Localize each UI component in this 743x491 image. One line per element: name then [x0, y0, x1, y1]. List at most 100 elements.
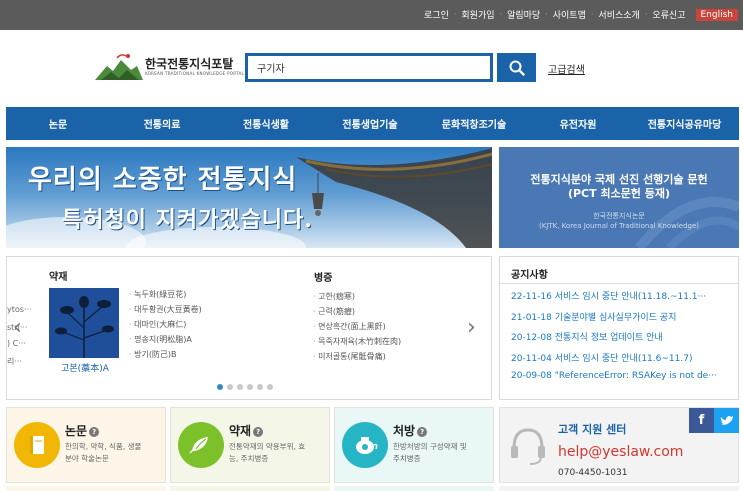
search-box: [245, 53, 493, 82]
sitemap-link[interactable]: 사이트맵: [548, 8, 591, 21]
card-title: 논문?: [65, 422, 100, 439]
notice-item[interactable]: 20-09-08 "ReferenceError: RSAKey is not …: [511, 371, 737, 392]
support-email[interactable]: help@yeslaw.com: [558, 444, 683, 460]
herb-image[interactable]: [49, 288, 119, 358]
mountain-logo-icon: [95, 54, 143, 80]
previous-slide-fragment: ytos···: [7, 305, 32, 314]
facebook-icon[interactable]: f: [689, 408, 714, 433]
carousel-dot[interactable]: [257, 384, 263, 390]
byeongjeung-list: 고한(痼寒) 근력(筋癧) 면상흑간(面上黑皯) 목죽자재육(木竹刺在肉) 미저…: [313, 291, 401, 366]
card-title-text: 약재: [229, 424, 252, 438]
card-title-text: 처방: [393, 424, 416, 438]
carousel-dot[interactable]: [267, 384, 273, 390]
yakjae-item[interactable]: 대마인(大麻仁): [129, 319, 202, 334]
herb-plant-icon: [55, 296, 114, 358]
herb-caption[interactable]: 고본(藁本)A: [45, 361, 125, 374]
nav-item-traditional-diet[interactable]: 전통식생활: [214, 116, 318, 131]
main-nav: 논문 전통의료 전통식생활 전통생업기술 문화적창조기술 유전자원 전통지식공유…: [6, 107, 739, 140]
yakjae-item[interactable]: 녹두화(綠豆花): [129, 289, 202, 304]
nav-item-traditional-medicine[interactable]: 전통의료: [110, 116, 214, 131]
carousel-next-arrow[interactable]: ›: [467, 315, 476, 340]
nav-item-papers[interactable]: 논문: [6, 116, 110, 131]
banner-headline-2: 특허청이 지켜가겠습니다.: [62, 207, 313, 233]
byeongjeung-item[interactable]: 목죽자재육(木竹刺在肉): [313, 336, 401, 351]
site-logo[interactable]: 한국전통지식포탈 KOREAN TRADITIONAL KNOWLEDGE PO…: [95, 52, 245, 82]
english-button[interactable]: English: [695, 8, 738, 21]
yakjae-item[interactable]: 대두황권(大豆黃卷): [129, 304, 202, 319]
card-description: 분야 학술논문: [65, 454, 109, 463]
byeongjeung-item[interactable]: 미저골통(尾骶骨痛): [313, 351, 401, 366]
notice-title[interactable]: 공지사항: [511, 266, 548, 281]
notice-item[interactable]: 21-01-18 기술분야별 심사실무가이드 공지: [511, 310, 737, 331]
next-row-card-edge: [170, 486, 330, 491]
card-title: 처방?: [393, 422, 428, 439]
byeongjeung-title: 병증: [314, 273, 333, 284]
notice-panel: 공지사항 22-11-16 서비스 임시 중단 안내(11.18.~11.1··…: [499, 256, 739, 400]
card-description: 주치병증: [393, 454, 421, 463]
next-row-card-edge: [334, 486, 494, 491]
service-intro-link[interactable]: 서비스소개: [593, 8, 644, 21]
herb-carousel: ytos··· stri··· ) C··· 리··· ‹ 약재 고본(藁本)A…: [6, 256, 492, 400]
banner-headline-1: 우리의 소중한 전통지식: [28, 165, 298, 195]
notice-board-link[interactable]: 알림마당: [502, 8, 545, 21]
divider: [500, 283, 738, 284]
support-title: 고객 지원 센터: [558, 423, 627, 436]
card-description: 한의학, 약학, 식품, 생물: [65, 442, 142, 451]
previous-slide-fragment: ) C···: [7, 339, 26, 348]
headset-icon: [511, 428, 545, 465]
search-button[interactable]: [497, 53, 536, 82]
pct-banner-title-2: (PCT 최소문헌 등재): [567, 187, 671, 200]
byeongjeung-item[interactable]: 근력(筋癧): [313, 306, 401, 321]
error-report-link[interactable]: 오류신고: [647, 8, 690, 21]
next-row-card-edge: [6, 486, 166, 491]
notice-list: 22-11-16 서비스 임시 중단 안내(11.18.~11.1··· 21-…: [511, 289, 737, 392]
yakjae-title: 약재: [49, 272, 68, 283]
login-link[interactable]: 로그인: [419, 8, 454, 21]
pct-banner-sub-1: 한국전통지식논문: [593, 212, 645, 220]
carousel-dot[interactable]: [227, 384, 233, 390]
card-description: 한방처방의 구성약재 및: [393, 442, 467, 451]
yakjae-item[interactable]: 명송지(明松脂)A: [129, 334, 202, 349]
twitter-icon[interactable]: [714, 408, 739, 433]
top-utility-bar: 로그인 · 회원가입 · 알림마당 · 사이트맵 · 서비스소개 · 오류신고 …: [0, 0, 743, 30]
pct-banner-sub-2: (KJTK, Korea Journal of Traditional Know…: [538, 222, 700, 230]
yakjae-list: 녹두화(綠豆花) 대두황권(大豆黃卷) 대마인(大麻仁) 명송지(明松脂)A 방…: [129, 289, 202, 364]
help-icon[interactable]: ?: [89, 426, 100, 437]
carousel-prev-arrow[interactable]: ‹: [13, 315, 22, 340]
notice-item[interactable]: 20-11-04 서비스 임시 중단 안내(11.6~11.7): [511, 351, 737, 372]
notice-item[interactable]: 20-12-08 전통지식 정보 업데이트 안내: [511, 330, 737, 351]
notice-item[interactable]: 22-11-16 서비스 임시 중단 안내(11.18.~11.1···: [511, 289, 737, 310]
byeongjeung-item[interactable]: 고한(痼寒): [313, 291, 401, 306]
signup-link[interactable]: 회원가입: [456, 8, 499, 21]
card-papers[interactable]: 논문? 한의학, 약학, 식품, 생물 분야 학술논문: [6, 407, 166, 483]
roof-eave-image: [296, 148, 492, 248]
nav-item-traditional-livelihood[interactable]: 전통생업기술: [318, 116, 422, 131]
search-icon: [509, 60, 525, 76]
advanced-search-link[interactable]: 고급검색: [548, 61, 585, 76]
card-herbs[interactable]: 약재? 전통약재의 약용부위, 효 능, 주치병증: [170, 407, 330, 483]
card-prescriptions[interactable]: 처방? 한방처방의 구성약재 및 주치병증: [334, 407, 494, 483]
leaf-icon: [178, 422, 224, 468]
main-banner[interactable]: 우리의 소중한 전통지식 특허청이 지켜가겠습니다.: [6, 147, 492, 248]
nav-item-genetic-resources[interactable]: 유전자원: [526, 116, 630, 131]
carousel-dot[interactable]: [247, 384, 253, 390]
carousel-dot[interactable]: [237, 384, 243, 390]
carousel-dot-active[interactable]: [217, 384, 223, 390]
nav-item-knowledge-sharing[interactable]: 전통지식공유마당: [630, 116, 739, 131]
logo-title: 한국전통지식포탈: [145, 57, 234, 71]
card-description: 전통약재의 약용부위, 효: [229, 442, 306, 451]
help-icon[interactable]: ?: [417, 426, 428, 437]
previous-slide-fragment: 리···: [7, 357, 22, 366]
help-icon[interactable]: ?: [253, 426, 264, 437]
pct-banner[interactable]: 전통지식분야 국제 선진 선행기술 문헌 (PCT 최소문헌 등재) 한국전통지…: [499, 147, 739, 248]
search-input[interactable]: [248, 56, 490, 79]
medicine-pot-icon: [342, 422, 388, 468]
byeongjeung-item[interactable]: 면상흑간(面上黑皯): [313, 321, 401, 336]
top-links: 로그인 · 회원가입 · 알림마당 · 사이트맵 · 서비스소개 · 오류신고 …: [419, 8, 738, 21]
card-title: 약재?: [229, 422, 264, 439]
card-title-text: 논문: [65, 424, 88, 438]
logo-subtitle: KOREAN TRADITIONAL KNOWLEDGE PORTAL: [145, 71, 245, 76]
book-icon: [14, 422, 60, 468]
nav-item-cultural-creation[interactable]: 문화적창조기술: [422, 116, 526, 131]
yakjae-item[interactable]: 방기(防己)B: [129, 349, 202, 364]
